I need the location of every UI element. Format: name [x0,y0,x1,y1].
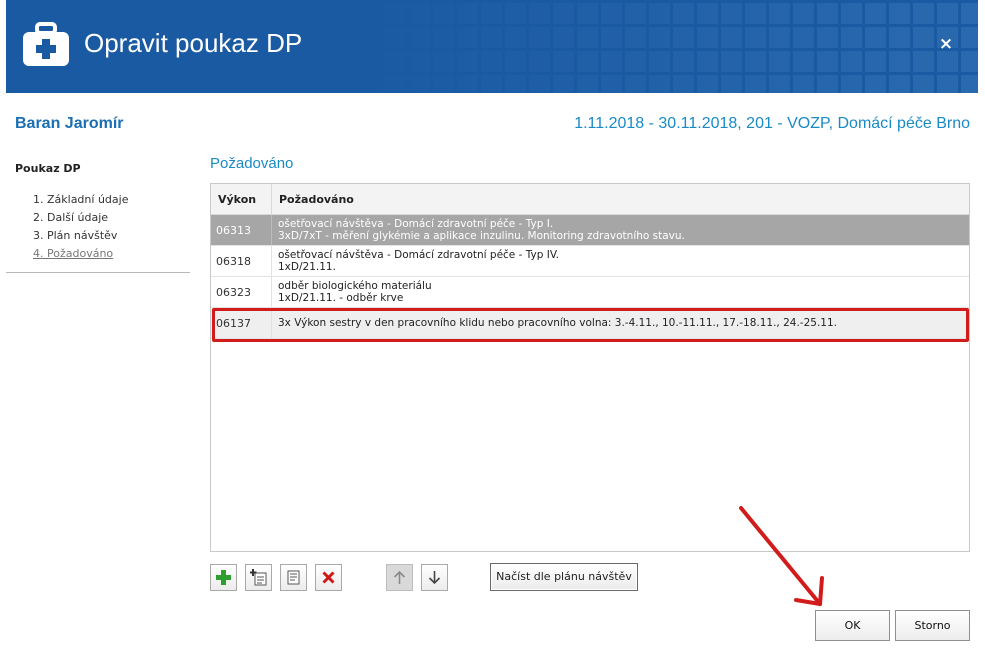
grid-header: Výkon Požadováno [211,184,969,215]
delete-icon [322,571,335,584]
column-header-code[interactable]: Výkon [211,184,272,215]
move-up-button[interactable] [386,564,413,591]
nav-item-other[interactable]: 2. Další údaje [33,210,128,228]
row-line1: ošetřovací návštěva - Domácí zdravotní p… [278,218,554,230]
copy-add-button[interactable] [245,564,272,591]
move-down-button[interactable] [421,564,448,591]
row-code: 06313 [211,215,272,245]
edit-button[interactable] [280,564,307,591]
row-code: 06318 [211,246,272,276]
nav-item-requested[interactable]: 4. Požadováno [33,246,128,264]
row-code: 06323 [211,277,272,307]
nav-item-basic[interactable]: 1. Základní údaje [33,192,128,210]
medical-kit-icon [23,22,69,66]
load-from-plan-button[interactable]: Načíst dle plánu návštěv [490,563,638,591]
ok-button[interactable]: OK [815,610,890,641]
section-title: Požadováno [210,155,294,172]
edit-icon [287,570,300,585]
table-row[interactable]: 06323 odběr biologického materiálu 1xD/2… [211,277,969,308]
voucher-period: 1.11.2018 - 30.11.2018, 201 - VOZP, Domá… [574,115,970,132]
header-fade [358,0,978,93]
row-line2: 1xD/21.11. [278,261,336,273]
row-line1: odběr biologického materiálu [278,280,432,292]
row-line2: 1xD/21.11. - odběr krve [278,292,404,304]
column-header-requested[interactable]: Požadováno [272,184,969,215]
row-description: ošetřovací návštěva - Domácí zdravotní p… [272,215,969,245]
nav-title: Poukaz DP [15,162,81,175]
dialog-title: Opravit poukaz DP [84,28,303,58]
cancel-button[interactable]: Storno [895,610,970,641]
row-line1: ošetřovací návštěva - Domácí zdravotní p… [278,249,559,261]
table-row[interactable]: 06313 ošetřovací návštěva - Domácí zdrav… [211,215,969,246]
row-description: odběr biologického materiálu 1xD/21.11. … [272,277,969,307]
dialog-header: Opravit poukaz DP [6,0,978,93]
add-button[interactable] [210,564,237,591]
delete-button[interactable] [315,564,342,591]
arrow-up-icon [393,570,406,584]
row-description: ošetřovací návštěva - Domácí zdravotní p… [272,246,969,276]
requested-grid: Výkon Požadováno 06313 ošetřovací návště… [210,183,970,552]
patient-name: Baran Jaromír [15,115,124,132]
annotation-highlight-box [212,308,969,342]
arrow-down-icon [428,571,441,585]
copy-add-icon [250,569,267,586]
plus-icon [216,570,231,585]
dialog-window: Opravit poukaz DP × Baran Jaromír 1.11.2… [0,0,985,655]
nav-steps: 1. Základní údaje 2. Další údaje 3. Plán… [33,192,128,264]
nav-item-visit-plan[interactable]: 3. Plán návštěv [33,228,128,246]
close-button[interactable]: × [938,34,954,54]
nav-divider [6,272,190,273]
table-row[interactable]: 06318 ošetřovací návštěva - Domácí zdrav… [211,246,969,277]
row-line2: 3xD/7xT - měření glykémie a aplikace inz… [278,230,685,242]
